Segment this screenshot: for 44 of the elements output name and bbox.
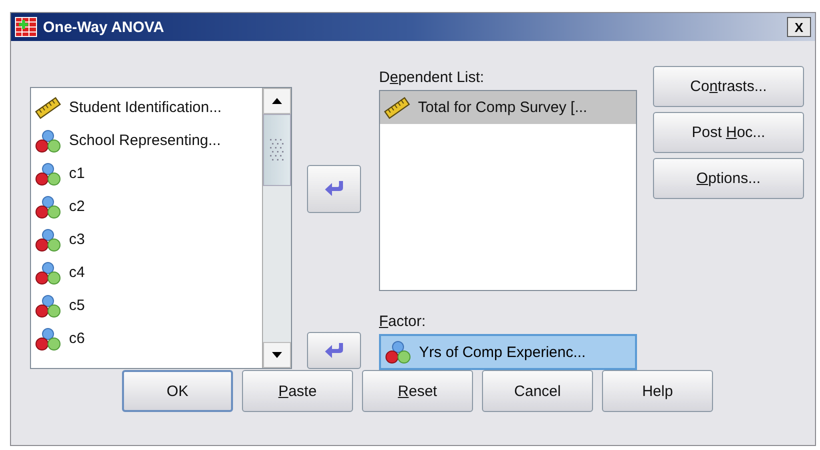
variable-item[interactable]: c5: [31, 289, 262, 322]
variable-item[interactable]: c6: [31, 322, 262, 355]
dialog-button[interactable]: Cancel: [482, 370, 593, 412]
variable-item[interactable]: c2: [31, 190, 262, 223]
table-icon: [15, 17, 37, 37]
variable-item[interactable]: c4: [31, 256, 262, 289]
factor-label: Factor:: [379, 313, 427, 330]
variable-item[interactable]: c1: [31, 157, 262, 190]
window-title: One-Way ANOVA: [43, 18, 166, 36]
variable-item[interactable]: Student Identification...: [31, 91, 262, 124]
dialog-button[interactable]: OK: [122, 370, 233, 412]
nominal-icon: [35, 294, 61, 318]
variable-item[interactable]: c3: [31, 223, 262, 256]
dialog-button[interactable]: Paste: [242, 370, 353, 412]
up-triangle-icon: [272, 98, 282, 104]
variable-list[interactable]: Student Identification... School Representing... c1 c2 c3 c4 c5 c6: [30, 87, 292, 369]
nominal-icon: [35, 162, 61, 186]
nominal-icon: [385, 340, 411, 364]
grip-icon: [270, 139, 284, 161]
dependent-list-label: Dependent List:: [379, 69, 486, 86]
dependent-item[interactable]: Total for Comp Survey [...: [380, 91, 636, 124]
move-to-dependent-button[interactable]: [307, 165, 361, 213]
nominal-icon: [35, 228, 61, 252]
variable-item[interactable]: School Representing...: [31, 124, 262, 157]
nominal-icon: [35, 128, 61, 152]
scrollbar[interactable]: [262, 88, 291, 368]
scroll-down-button[interactable]: [263, 342, 291, 368]
move-to-factor-button[interactable]: [307, 332, 361, 369]
arrow-icon: [323, 179, 345, 199]
nominal-icon: [35, 260, 61, 284]
nominal-icon: [35, 326, 61, 350]
dialog-button[interactable]: Contrasts...: [653, 66, 804, 107]
nominal-icon: [35, 194, 61, 218]
arrow-icon: [323, 340, 345, 360]
scroll-thumb[interactable]: [263, 114, 291, 186]
dialog-button[interactable]: Reset: [362, 370, 473, 412]
dialog-button[interactable]: Post Hoc...: [653, 112, 804, 153]
dialog-button[interactable]: Help: [602, 370, 713, 412]
factor-field[interactable]: Yrs of Comp Experienc...: [379, 334, 637, 370]
close-button[interactable]: X: [787, 17, 811, 37]
dependent-list[interactable]: Total for Comp Survey [...: [379, 90, 637, 291]
down-triangle-icon: [272, 352, 282, 358]
scroll-up-button[interactable]: [263, 88, 291, 114]
dialog-button[interactable]: Options...: [653, 158, 804, 199]
